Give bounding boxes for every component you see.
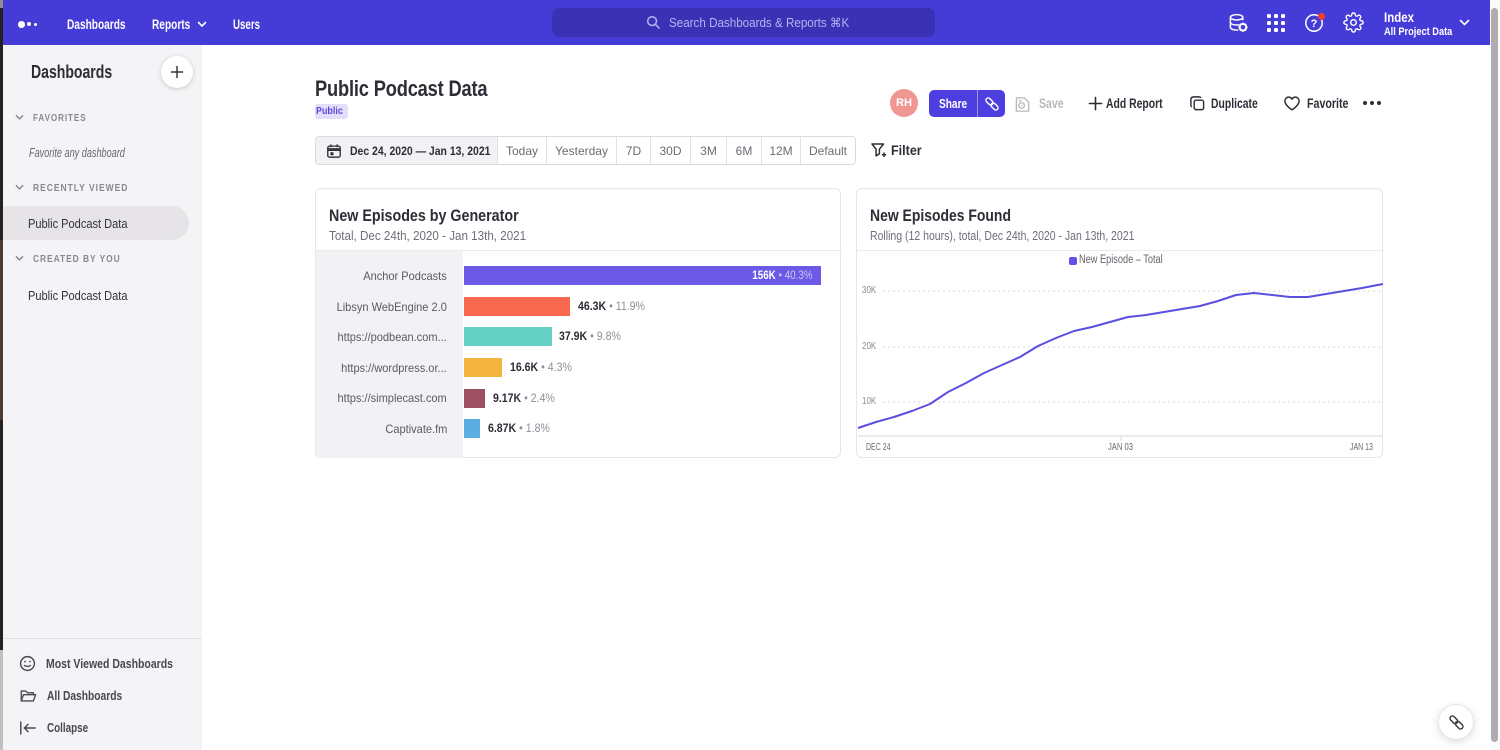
svg-text:?: ? (1311, 18, 1318, 30)
